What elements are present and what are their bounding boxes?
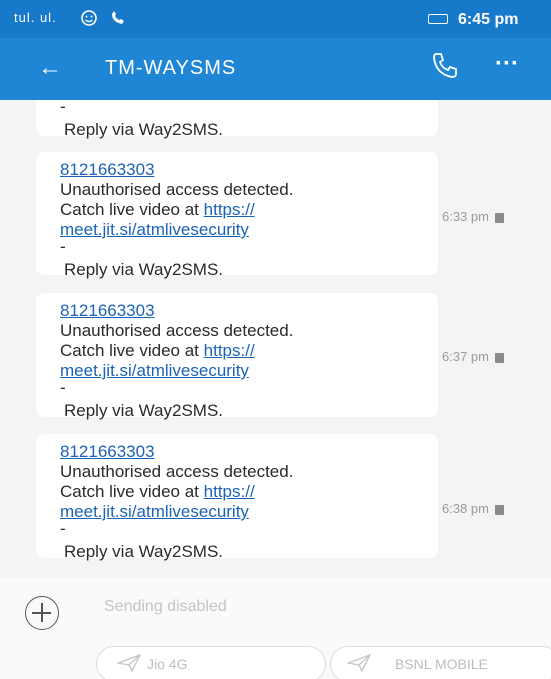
- sender-number-link[interactable]: 8121663303: [60, 442, 414, 462]
- message-text: Catch live video at: [60, 200, 204, 219]
- send-plane-icon: [117, 653, 141, 673]
- message-text: Unauthorised access detected.: [60, 180, 294, 199]
- message-list[interactable]: - Reply via Way2SMS. 8121663303 Unauthor…: [0, 100, 551, 578]
- message-bubble[interactable]: 8121663303 Unauthorised access detected.…: [36, 434, 438, 561]
- more-options-icon[interactable]: ···: [495, 50, 519, 78]
- message-dash: -: [60, 100, 66, 116]
- compose-bar: Sending disabled Jio 4G BSNL MOBILE: [0, 578, 551, 679]
- app-bar: ← TM-WAYSMS ···: [0, 38, 551, 100]
- message-text: Unauthorised access detected.: [60, 321, 294, 340]
- message-bubble[interactable]: 8121663303 Unauthorised access detected.…: [36, 152, 438, 279]
- send-plane-icon: [347, 653, 371, 673]
- message-link[interactable]: https://: [204, 200, 255, 219]
- message-link[interactable]: meet.jit.si/atmlivesecurity: [60, 502, 249, 521]
- back-arrow-icon[interactable]: ←: [38, 54, 62, 82]
- message-bubble[interactable]: - Reply via Way2SMS.: [36, 100, 438, 139]
- message-text: Unauthorised access detected.: [60, 462, 294, 481]
- message-text: Catch live video at: [60, 341, 204, 360]
- message-link[interactable]: meet.jit.si/atmlivesecurity: [60, 361, 249, 380]
- status-time: 6:45 pm: [458, 11, 519, 28]
- emoji-icon: [81, 9, 97, 26]
- message-input[interactable]: Sending disabled: [104, 598, 227, 616]
- message-meta: 6:38 pm: [442, 501, 504, 516]
- message-time: 6:37 pm: [442, 349, 489, 364]
- send-via-bsnl-button[interactable]: BSNL MOBILE: [330, 646, 551, 679]
- sim-card-icon: [494, 212, 504, 223]
- call-indicator-icon: [111, 10, 124, 24]
- send-via-jio-button[interactable]: Jio 4G: [96, 646, 326, 679]
- sim-label: Jio 4G: [147, 656, 188, 672]
- sender-number-link[interactable]: 8121663303: [60, 160, 414, 180]
- reply-footer: Reply via Way2SMS.: [64, 120, 224, 139]
- message-link[interactable]: https://: [204, 482, 255, 501]
- reply-footer: Reply via Way2SMS.: [64, 260, 224, 279]
- status-bar: tul. ul. 6:45 pm: [0, 0, 551, 38]
- battery-icon: [428, 14, 448, 24]
- message-time: 6:38 pm: [442, 501, 489, 516]
- message-meta: 6:33 pm: [442, 209, 504, 224]
- message-dash: -: [60, 237, 66, 256]
- message-link[interactable]: meet.jit.si/atmlivesecurity: [60, 220, 249, 239]
- message-dash: -: [60, 378, 66, 397]
- reply-footer: Reply via Way2SMS.: [64, 401, 224, 420]
- signal-indicator: tul. ul.: [14, 10, 57, 25]
- message-time: 6:33 pm: [442, 209, 489, 224]
- status-icons: [80, 7, 127, 27]
- phone-call-icon[interactable]: [430, 50, 460, 80]
- sim-card-icon: [494, 352, 504, 363]
- message-bubble[interactable]: 8121663303 Unauthorised access detected.…: [36, 293, 438, 420]
- conversation-title: TM-WAYSMS: [105, 57, 237, 79]
- message-dash: -: [60, 519, 66, 538]
- reply-footer: Reply via Way2SMS.: [64, 542, 224, 561]
- message-text: Catch live video at: [60, 482, 204, 501]
- add-attachment-icon[interactable]: [25, 596, 59, 630]
- sim-card-icon: [494, 504, 504, 515]
- sim-label: BSNL MOBILE: [395, 656, 488, 672]
- sender-number-link[interactable]: 8121663303: [60, 301, 414, 321]
- message-meta: 6:37 pm: [442, 349, 504, 364]
- message-link[interactable]: https://: [204, 341, 255, 360]
